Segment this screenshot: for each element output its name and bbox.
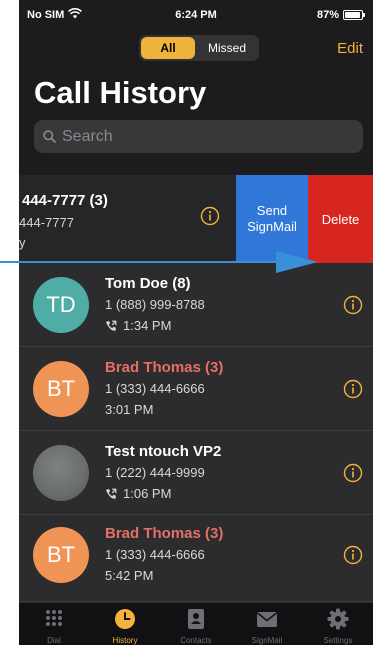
call-time: 3:01 PM: [105, 402, 153, 417]
search-bar[interactable]: [34, 120, 363, 153]
tab-history[interactable]: History: [90, 603, 160, 645]
avatar-initials: TD: [46, 292, 76, 317]
tab-history-label: History: [112, 636, 138, 645]
tab-bar: Dial History Contacts SignMail Settings: [19, 602, 373, 645]
contacts-icon: [188, 609, 204, 629]
battery-icon: [343, 10, 365, 20]
send-signmail-label-1: Send: [256, 203, 288, 218]
gear-icon: [327, 608, 349, 630]
call-time-text: 1:06 PM: [123, 486, 172, 501]
phone-screen: No SIM 6:24 PM 87% All Missed Edit Call …: [19, 0, 373, 645]
clock-icon: [115, 609, 135, 629]
callout-arrow: [0, 251, 318, 273]
tab-contacts-label: Contacts: [180, 636, 212, 645]
contact-number: 1 (222) 444-9999: [105, 465, 205, 480]
page-title: Call History: [34, 75, 207, 110]
call-time: 1:06 PM: [105, 486, 171, 501]
search-input[interactable]: [62, 120, 352, 153]
info-icon[interactable]: [343, 295, 363, 315]
tab-settings[interactable]: Settings: [303, 603, 373, 645]
info-icon[interactable]: [343, 545, 363, 565]
avatar-photo: [33, 445, 89, 501]
avatar-initials: BT: [46, 542, 76, 567]
call-time-text: 1:34 PM: [123, 318, 172, 333]
avatar-initials: BT: [46, 376, 76, 401]
envelope-icon: [257, 612, 277, 627]
tab-signmail-label: SignMail: [251, 636, 283, 645]
outgoing-call-icon: [106, 320, 117, 331]
segment-all[interactable]: All: [141, 37, 195, 59]
call-row[interactable]: BT Brad Thomas (3) 1 (333) 444-6666 5:42…: [19, 515, 373, 602]
edit-button[interactable]: Edit: [337, 40, 363, 57]
avatar: BT: [33, 527, 89, 583]
tab-settings-label: Settings: [323, 636, 353, 645]
info-icon[interactable]: [343, 463, 363, 483]
tab-signmail[interactable]: SignMail: [232, 603, 302, 645]
segment-missed[interactable]: Missed: [197, 37, 257, 59]
send-signmail-label-2: SignMail: [247, 219, 297, 234]
info-icon[interactable]: [200, 206, 220, 226]
contact-name: Brad Thomas (3): [105, 525, 224, 542]
call-time: 1:34 PM: [105, 318, 171, 333]
contact-name: Tom Doe (8): [105, 275, 191, 292]
tab-dial[interactable]: Dial: [19, 603, 89, 645]
battery-percent: 87%: [316, 9, 339, 21]
info-icon[interactable]: [343, 379, 363, 399]
status-bar: No SIM 6:24 PM 87%: [19, 0, 373, 30]
battery-indicator: 87%: [316, 9, 365, 21]
filter-segmented-control: All Missed: [139, 35, 259, 61]
tab-dial-label: Dial: [47, 636, 61, 645]
call-row[interactable]: Test ntouch VP2 1 (222) 444-9999 1:06 PM: [19, 431, 373, 515]
call-time: 5:42 PM: [105, 568, 153, 583]
call-time-text: 5:42 PM: [105, 568, 154, 583]
search-icon: [43, 130, 56, 143]
contact-number: 1 (333) 444-6666: [105, 381, 205, 396]
tab-contacts[interactable]: Contacts: [161, 603, 231, 645]
avatar: BT: [33, 361, 89, 417]
call-row[interactable]: BT Brad Thomas (3) 1 (333) 444-6666 3:01…: [19, 347, 373, 431]
contact-number: 444-7777: [19, 215, 74, 230]
dialpad-icon: [46, 610, 62, 626]
contact-name: Brad Thomas (3): [105, 359, 224, 376]
contact-number: 1 (888) 999-8788: [105, 297, 205, 312]
outgoing-call-icon: [106, 488, 117, 499]
contact-name: 444-7777 (3): [22, 192, 108, 209]
avatar: TD: [33, 277, 89, 333]
contact-name: Test ntouch VP2: [105, 443, 222, 460]
contact-number: 1 (333) 444-6666: [105, 547, 205, 562]
call-time-text: 3:01 PM: [105, 402, 154, 417]
